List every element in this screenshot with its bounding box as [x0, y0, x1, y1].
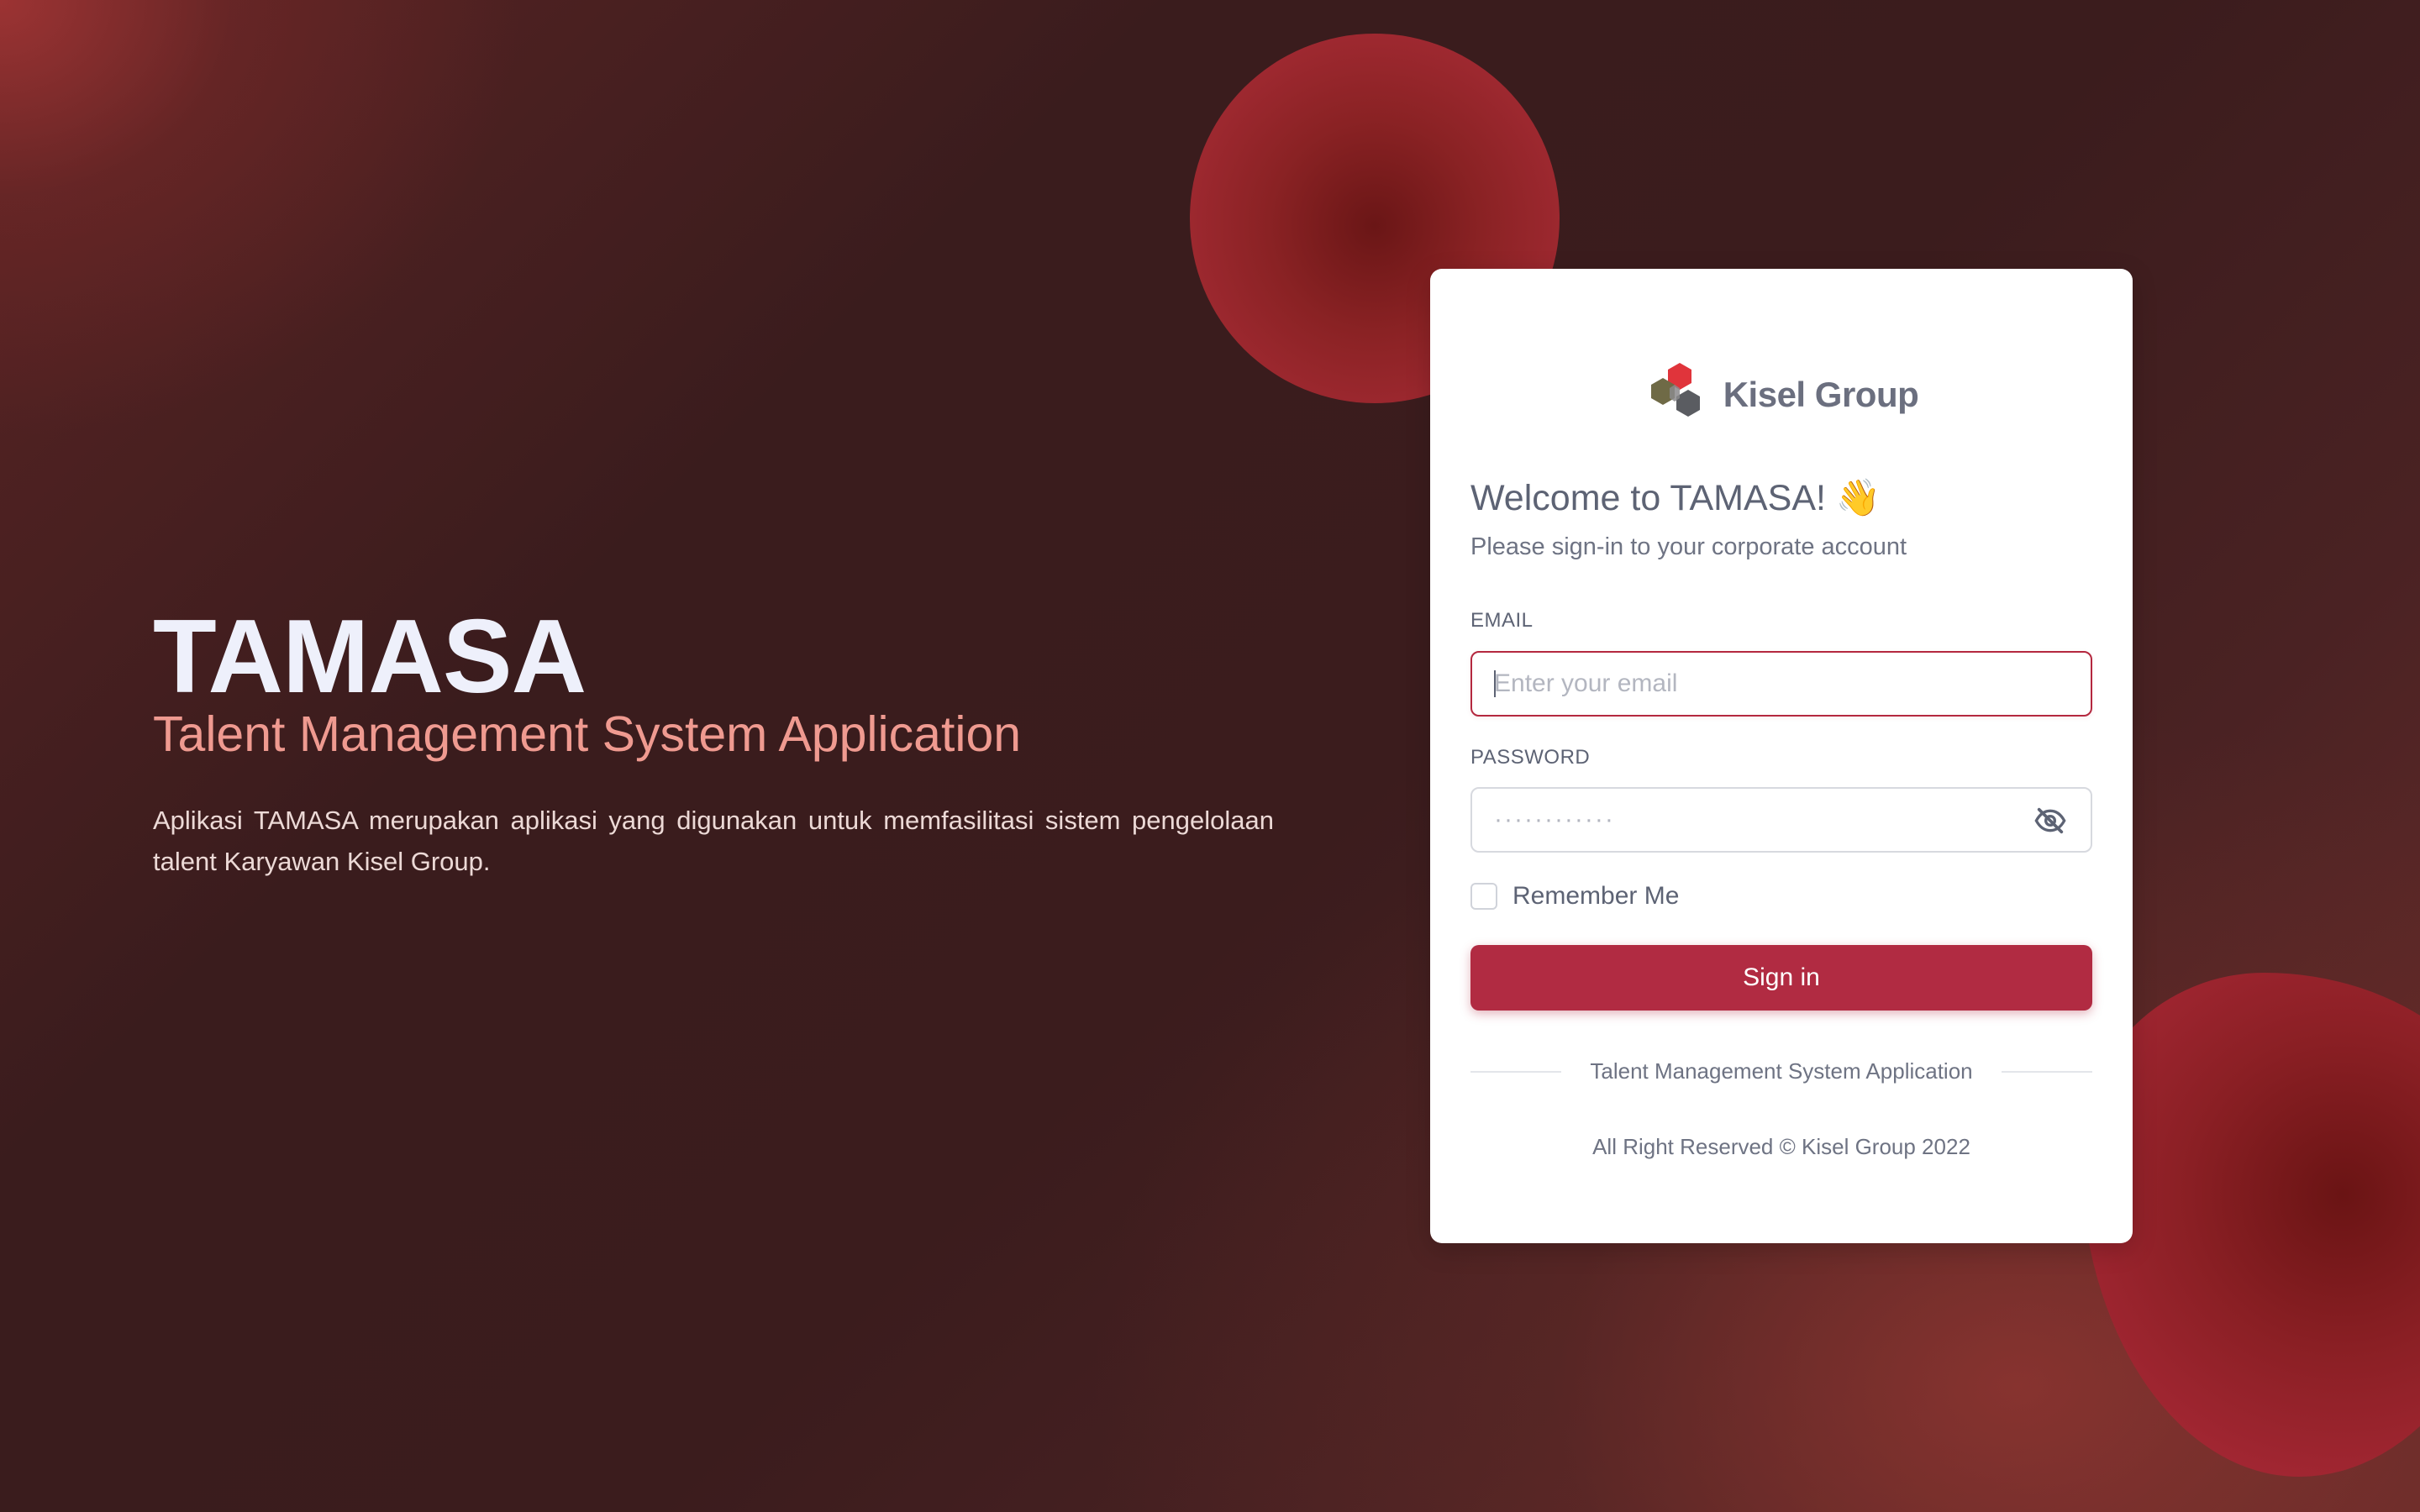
email-label: EMAIL: [1470, 609, 1534, 632]
welcome-subtitle: Please sign-in to your corporate account: [1470, 533, 1907, 560]
logo: Kisel Group: [1430, 360, 2133, 430]
remember-me-checkbox[interactable]: [1470, 883, 1497, 910]
sign-in-button[interactable]: Sign in: [1470, 945, 2092, 1011]
hero-section: TAMASA Talent Management System Applicat…: [153, 598, 1274, 882]
remember-me[interactable]: Remember Me: [1470, 882, 1679, 911]
divider: Talent Management System Application: [1470, 1058, 2093, 1084]
password-label: PASSWORD: [1470, 746, 1591, 769]
eye-off-icon[interactable]: [2033, 804, 2067, 837]
login-page: TAMASA Talent Management System Applicat…: [0, 0, 2420, 1512]
divider-line-right: [2001, 1070, 2093, 1073]
email-field[interactable]: [1470, 651, 2092, 717]
text-cursor: [1494, 670, 1496, 697]
app-subtitle: Talent Management System Application: [153, 706, 1022, 762]
divider-line-left: [1470, 1070, 1562, 1073]
copyright-footer: All Right Reserved © Kisel Group 2022: [1592, 1134, 1970, 1159]
login-card: Kisel Group Welcome to TAMASA! 👋 Please …: [1430, 269, 2133, 1243]
password-field[interactable]: [1470, 787, 2092, 853]
divider-text: Talent Management System Application: [1590, 1058, 1973, 1084]
app-description: Aplikasi TAMASA merupakan aplikasi yang …: [153, 806, 1274, 876]
logo-text: Kisel Group: [1723, 375, 1919, 414]
welcome-title: Welcome to TAMASA! 👋: [1470, 478, 1881, 518]
app-title: TAMASA: [153, 599, 587, 715]
kisel-hexagon-logo-icon: [1650, 363, 1700, 417]
remember-me-label[interactable]: Remember Me: [1512, 882, 1679, 911]
